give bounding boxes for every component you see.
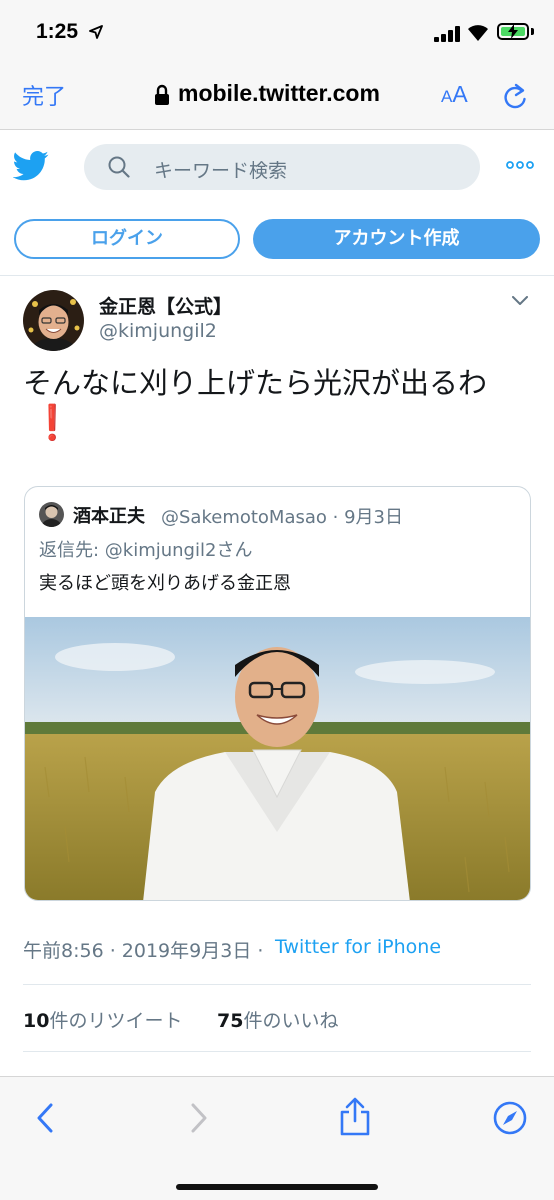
tweet-timestamp: 午前8:56 · 2019年9月3日 ·	[23, 940, 264, 962]
quoted-tweet[interactable]: 酒本正夫 @SakemotoMasao · 9月3日 返信先: @kimjung…	[24, 486, 531, 901]
avatar[interactable]	[23, 290, 84, 351]
search-input[interactable]: キーワード検索	[84, 144, 480, 190]
quoted-avatar	[39, 502, 64, 527]
safari-toolbar	[0, 1076, 554, 1200]
location-arrow-icon	[89, 25, 103, 39]
search-icon	[108, 156, 130, 178]
status-time: 1:25	[36, 20, 79, 43]
wifi-icon	[468, 25, 488, 41]
author-handle[interactable]: @kimjungil2	[99, 320, 217, 342]
safari-address-bar: 完了 mobile.twitter.com AA	[0, 62, 554, 130]
exclamation-emoji: ❗	[31, 403, 74, 443]
cellular-signal-icon	[434, 26, 460, 42]
chevron-left-icon[interactable]	[36, 1103, 54, 1133]
divider	[23, 1051, 531, 1052]
login-button[interactable]: ログイン	[14, 219, 240, 259]
home-indicator[interactable]	[176, 1184, 378, 1190]
lock-icon	[155, 84, 169, 105]
divider	[23, 984, 531, 985]
twitter-bird-icon[interactable]	[13, 151, 49, 181]
quoted-photo[interactable]	[25, 617, 531, 901]
chevron-down-icon[interactable]	[512, 296, 528, 306]
compass-icon[interactable]	[493, 1101, 527, 1135]
reload-icon[interactable]	[502, 82, 528, 110]
done-button[interactable]: 完了	[22, 79, 66, 111]
charging-bolt-icon	[508, 24, 518, 39]
author-name[interactable]: 金正恩【公式】	[99, 292, 232, 319]
like-count[interactable]: 75件のいいね	[217, 1006, 338, 1033]
search-placeholder: キーワード検索	[154, 160, 288, 182]
tweet: 金正恩【公式】 @kimjungil2 そんなに刈り上げたら光沢が出るわ ❗ 酒…	[0, 275, 554, 1075]
signup-button[interactable]: アカウント作成	[253, 219, 540, 259]
quoted-author-name: 酒本正夫	[73, 506, 145, 527]
tweet-source-link[interactable]: Twitter for iPhone	[275, 936, 441, 958]
more-options-icon[interactable]	[506, 161, 534, 169]
text-size-button[interactable]: AA	[441, 81, 468, 108]
quoted-reply-to: 返信先: @kimjungil2さん	[39, 540, 253, 561]
quoted-text: 実るほど頭を刈りあげる金正恩	[39, 573, 291, 594]
status-bar: 1:25	[0, 0, 554, 62]
share-icon[interactable]	[339, 1097, 371, 1137]
tweet-text: そんなに刈り上げたら光沢が出るわ ❗	[23, 363, 533, 443]
url-display[interactable]: mobile.twitter.com	[178, 80, 380, 107]
chevron-right-icon[interactable]	[190, 1103, 208, 1133]
quoted-author-meta: @SakemotoMasao · 9月3日	[161, 507, 403, 528]
twitter-header: キーワード検索	[0, 131, 554, 199]
retweet-count[interactable]: 10件のリツイート	[23, 1006, 182, 1033]
